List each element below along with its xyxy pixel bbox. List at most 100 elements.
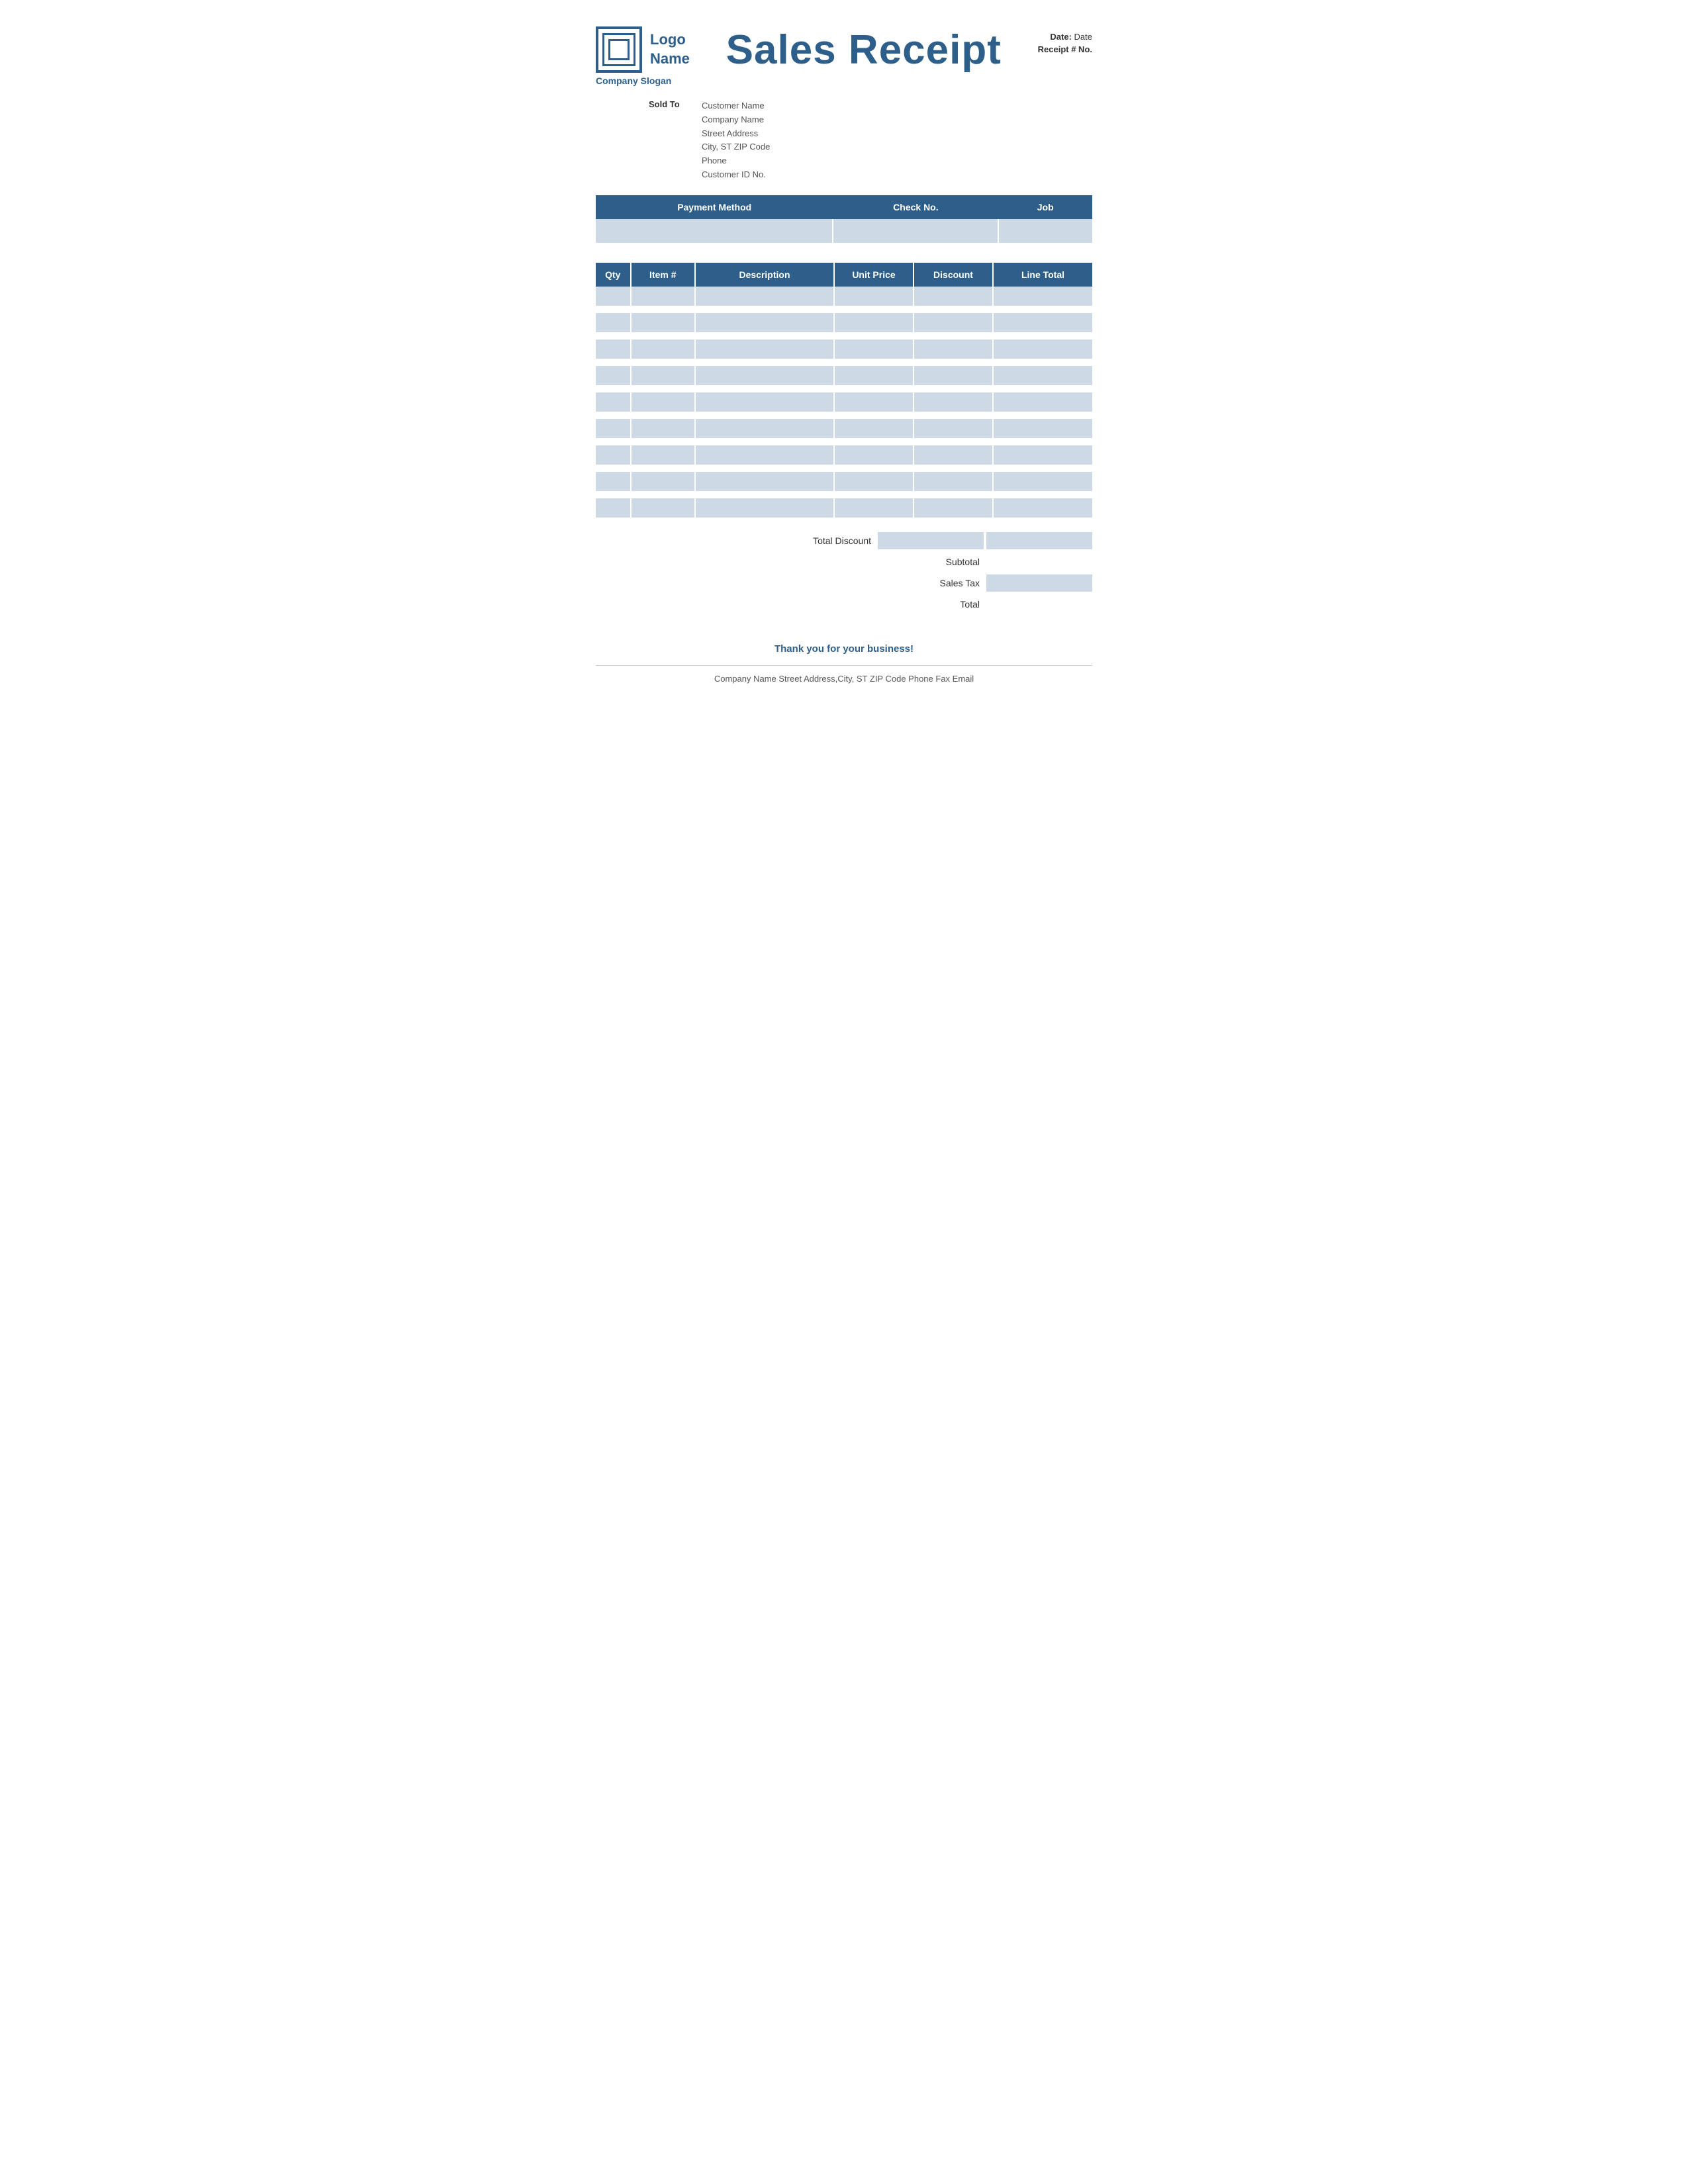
unit-price-header: Unit Price — [834, 263, 914, 287]
table-cell — [596, 419, 631, 439]
total-discount-boxes — [878, 532, 1092, 549]
logo-inner2 — [608, 39, 630, 60]
sold-to-info: Customer Name Company Name Street Addres… — [702, 99, 770, 182]
job-header: Job — [998, 195, 1092, 219]
table-cell — [993, 419, 1092, 439]
table-cell — [631, 472, 696, 492]
total-discount-label: Total Discount — [778, 535, 871, 546]
check-no-cell — [833, 219, 998, 243]
title-area: Sales Receipt — [726, 26, 1002, 73]
subtotal-box — [986, 553, 1092, 570]
table-cell — [631, 366, 696, 386]
totals-section: Total Discount Subtotal Sales Tax Total — [596, 532, 1092, 617]
spacer-row — [596, 359, 1092, 366]
table-cell — [834, 472, 914, 492]
spacer-row — [596, 333, 1092, 340]
spacer-row — [596, 386, 1092, 392]
table-cell — [631, 313, 696, 333]
payment-data-row — [596, 219, 1092, 243]
subtotal-row: Subtotal — [887, 553, 1092, 570]
table-cell — [834, 419, 914, 439]
table-row — [596, 366, 1092, 386]
spacer-row — [596, 439, 1092, 445]
date-area: Date: Date Receipt # No. — [1038, 32, 1092, 54]
sold-to-label: Sold To — [649, 99, 688, 182]
table-cell — [834, 313, 914, 333]
discount-header: Discount — [914, 263, 993, 287]
table-cell — [695, 445, 834, 465]
table-cell — [993, 472, 1092, 492]
table-cell — [914, 498, 993, 518]
sales-tax-box — [986, 574, 1092, 592]
item-header: Item # — [631, 263, 696, 287]
table-row — [596, 340, 1092, 359]
city-state-zip: City, ST ZIP Code — [702, 140, 770, 154]
table-cell — [993, 392, 1092, 412]
table-cell — [596, 366, 631, 386]
items-table: Qty Item # Description Unit Price Discou… — [596, 263, 1092, 519]
table-cell — [695, 287, 834, 306]
table-cell — [596, 472, 631, 492]
table-cell — [914, 472, 993, 492]
table-cell — [695, 366, 834, 386]
table-row — [596, 498, 1092, 518]
table-cell — [695, 498, 834, 518]
phone: Phone — [702, 154, 770, 168]
sales-tax-row: Sales Tax — [887, 574, 1092, 592]
table-cell — [596, 498, 631, 518]
table-cell — [631, 287, 696, 306]
table-cell — [914, 313, 993, 333]
sold-to-section: Sold To Customer Name Company Name Stree… — [649, 99, 1092, 182]
table-cell — [993, 366, 1092, 386]
date-line: Date: Date — [1038, 32, 1092, 42]
spacer-row — [596, 492, 1092, 498]
table-cell — [596, 445, 631, 465]
payment-table: Payment Method Check No. Job — [596, 195, 1092, 243]
spacer-row — [596, 306, 1092, 313]
date-value: Date — [1074, 32, 1092, 42]
table-row — [596, 472, 1092, 492]
check-no-header: Check No. — [833, 195, 998, 219]
sales-tax-label: Sales Tax — [887, 578, 980, 588]
table-cell — [834, 498, 914, 518]
table-cell — [914, 287, 993, 306]
table-cell — [834, 392, 914, 412]
table-cell — [695, 472, 834, 492]
total-discount-box2 — [986, 532, 1092, 549]
spacer-row — [596, 412, 1092, 419]
table-cell — [631, 445, 696, 465]
logo-inner — [602, 33, 635, 66]
payment-method-header: Payment Method — [596, 195, 833, 219]
thank-you-message: Thank you for your business! — [596, 643, 1092, 655]
logo-icon — [596, 26, 642, 73]
table-cell — [914, 419, 993, 439]
table-cell — [834, 340, 914, 359]
table-cell — [834, 366, 914, 386]
table-cell — [631, 419, 696, 439]
subtotal-label: Subtotal — [887, 557, 980, 567]
company-name: Company Name — [702, 113, 770, 127]
payment-method-cell — [596, 219, 833, 243]
total-box — [986, 596, 1092, 613]
table-cell — [596, 392, 631, 412]
logo-text: Logo Name — [650, 30, 690, 68]
table-cell — [914, 392, 993, 412]
description-header: Description — [695, 263, 834, 287]
table-cell — [914, 445, 993, 465]
table-row — [596, 392, 1092, 412]
payment-header-row: Payment Method Check No. Job — [596, 195, 1092, 219]
table-row — [596, 287, 1092, 306]
table-cell — [993, 445, 1092, 465]
customer-name: Customer Name — [702, 99, 770, 113]
date-label: Date: — [1050, 32, 1072, 42]
header: Logo Name Company Slogan Sales Receipt D… — [596, 26, 1092, 86]
table-cell — [695, 313, 834, 333]
total-discount-box1 — [878, 532, 984, 549]
footer-company-info: Company Name Street Address,City, ST ZIP… — [596, 665, 1092, 684]
table-cell — [695, 392, 834, 412]
table-cell — [631, 498, 696, 518]
table-row — [596, 445, 1092, 465]
table-cell — [834, 445, 914, 465]
table-cell — [993, 287, 1092, 306]
street-address: Street Address — [702, 127, 770, 141]
